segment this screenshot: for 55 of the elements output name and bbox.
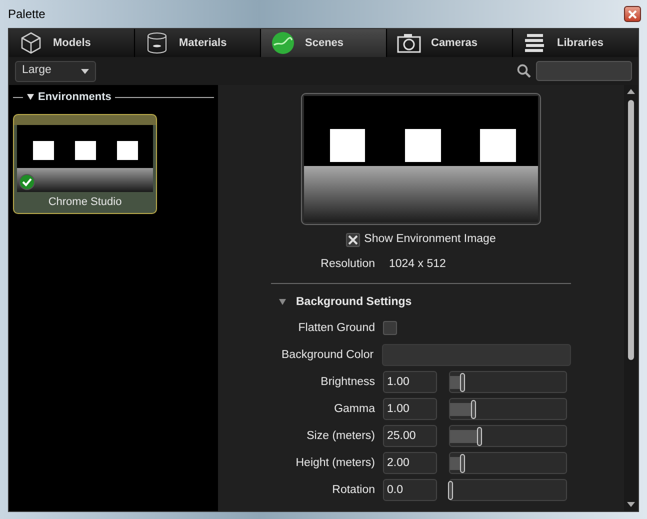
- search-icon: [517, 64, 531, 78]
- tab[interactable]: Scenes: [261, 29, 386, 57]
- tab[interactable]: Libraries: [513, 29, 638, 57]
- field-label: Resolution: [320, 257, 375, 272]
- field-label: Flatten Ground: [297, 320, 375, 336]
- slider-track[interactable]: [449, 371, 567, 394]
- number-field[interactable]: 0.0: [383, 479, 437, 502]
- slider-track[interactable]: [449, 452, 567, 474]
- check-icon: [19, 174, 35, 190]
- slider-thumb[interactable]: [460, 454, 465, 474]
- scrollbar-thumb[interactable]: [628, 100, 634, 360]
- show-image-checkbox[interactable]: [346, 232, 360, 247]
- resolution-value: 1024 x 512: [389, 257, 446, 272]
- tab[interactable]: Materials: [135, 29, 260, 57]
- field-label: Background Color: [280, 348, 374, 363]
- number-field[interactable]: 1.00: [383, 398, 437, 420]
- books-icon: [523, 31, 547, 55]
- window-title: Palette: [8, 6, 46, 23]
- section-title: Environments: [38, 90, 112, 105]
- scroll-up-icon: [627, 89, 635, 94]
- cube-icon: [19, 31, 43, 55]
- close-icon: [628, 10, 637, 18]
- slider-track[interactable]: [449, 425, 567, 448]
- scroll-down-icon: [627, 502, 635, 507]
- field-label: Rotation: [331, 482, 375, 498]
- checkbox-label: Show Environment Image: [364, 232, 496, 247]
- environment-card[interactable]: Chrome Studio: [13, 114, 157, 214]
- field-label: Size (meters): [306, 428, 375, 444]
- slider-thumb[interactable]: [471, 400, 476, 420]
- number-field[interactable]: 25.00: [383, 425, 437, 448]
- size-dropdown[interactable]: Large: [15, 60, 96, 82]
- slider-thumb[interactable]: [460, 373, 465, 392]
- environment-name: Chrome Studio: [48, 194, 122, 210]
- number-field[interactable]: 2.00: [383, 452, 437, 474]
- slider-thumb[interactable]: [477, 427, 482, 446]
- globe-icon: [271, 31, 295, 55]
- cylinder-icon: [145, 31, 169, 55]
- section-title: Background Settings: [296, 294, 412, 310]
- x-mark-icon: [348, 234, 358, 245]
- checkbox[interactable]: [383, 321, 397, 336]
- caret-icon: [81, 68, 89, 74]
- dropdown-value: Large: [22, 63, 52, 78]
- close-button[interactable]: [624, 6, 641, 22]
- field-label: Gamma: [333, 402, 375, 417]
- number-field[interactable]: 1.00: [383, 371, 437, 394]
- field-label: Brightness: [320, 374, 375, 390]
- tab[interactable]: Cameras: [387, 29, 512, 57]
- slider-thumb[interactable]: [448, 481, 453, 500]
- slider-track[interactable]: [449, 398, 567, 420]
- slider-track[interactable]: [449, 479, 567, 502]
- search-field[interactable]: [536, 61, 632, 81]
- camera-icon: [397, 31, 421, 55]
- tab[interactable]: Models: [9, 29, 134, 57]
- field-label: Height (meters): [294, 456, 375, 471]
- color-field[interactable]: [382, 344, 571, 366]
